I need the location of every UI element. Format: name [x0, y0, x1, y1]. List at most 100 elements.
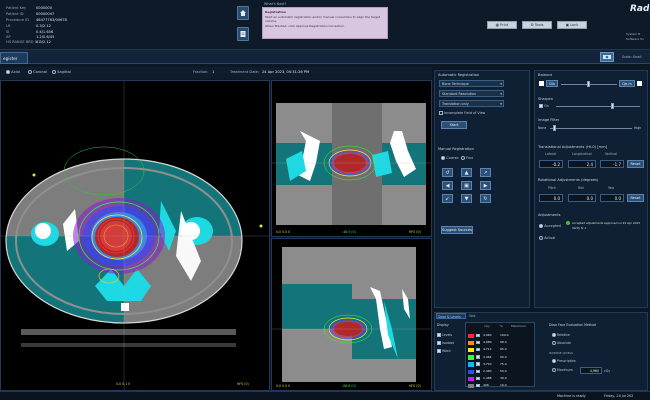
filter-slider-knob[interactable]	[553, 125, 556, 131]
radio-icon	[461, 156, 465, 160]
lateral-value[interactable]: -0.2	[539, 160, 563, 168]
balance-left-button[interactable]: Dis	[546, 80, 558, 87]
actual-option[interactable]: Actual	[539, 236, 555, 240]
coronal-viewport[interactable]: 0.0 0.0 0 -46.5 (0) HFS (0)	[271, 80, 432, 237]
rotate-cw-button[interactable]: ↻	[480, 194, 491, 203]
tab-dose-levels[interactable]: Dose & Levels	[436, 313, 466, 319]
filter-max-label: High	[634, 126, 642, 130]
axial-viewport[interactable]: 0.0 0.1 0 HFS (0)	[0, 80, 270, 391]
home-button[interactable]	[237, 6, 249, 20]
orientation-coronal[interactable]: Coronal	[28, 70, 47, 74]
isodose-row[interactable]: 4,464 90.0	[466, 355, 522, 361]
tab-register[interactable]: egister	[0, 52, 28, 64]
axial-orientation-label: HFS (0)	[237, 382, 249, 386]
option-label: Absolute	[557, 341, 571, 345]
maximum-dose-input[interactable]: 4,960	[580, 367, 602, 374]
rotation-reset-button[interactable]: Reset	[627, 194, 644, 202]
kv-icon-button[interactable]	[600, 52, 614, 62]
message-line: When finished, click Approve Registratio…	[265, 24, 345, 28]
filter-slider-track[interactable]	[550, 128, 632, 129]
print-button[interactable]: ▦ Print	[487, 21, 517, 29]
checkbox-icon[interactable]	[476, 347, 480, 352]
machine-icon	[603, 55, 611, 59]
checkbox-icon[interactable]	[476, 369, 480, 373]
move-down-button[interactable]: ▼	[461, 194, 472, 203]
checkbox-icon[interactable]	[476, 376, 480, 381]
isodose-color-swatch	[468, 340, 474, 346]
translation-dropdown[interactable]: Translation only ▾	[439, 100, 504, 107]
center-button[interactable]: ▣	[461, 181, 472, 190]
orientation-sagittal[interactable]: Sagittal	[52, 70, 71, 74]
col-header: cGy	[484, 324, 490, 328]
display-levels-checkbox[interactable]: Levels	[437, 333, 452, 337]
isodose-row[interactable]: 496 10.0	[466, 383, 522, 389]
radio-icon	[552, 333, 556, 337]
sagittal-viewport[interactable]: 0.0 0.0 0 -06.8 (0) HFS (0)	[271, 238, 432, 391]
checkbox-icon[interactable]	[476, 383, 480, 388]
lock-button[interactable]: ▣ Lock	[557, 21, 587, 29]
roll-value[interactable]: 0.0	[568, 194, 596, 202]
col-header: Pitch	[548, 186, 556, 190]
orientation-axial[interactable]: Axial	[6, 70, 20, 74]
tab-vols[interactable]: Vols	[468, 313, 482, 319]
move-right-button[interactable]: ▶	[480, 181, 491, 190]
center-icon: ▣	[464, 182, 469, 189]
technique-dropdown[interactable]: Bone Technique ▾	[439, 80, 504, 87]
move-up-button[interactable]: ▲	[461, 168, 472, 177]
auto-registration-title: Automatic Registration	[438, 73, 480, 77]
documents-button[interactable]	[237, 27, 249, 41]
move-down-left-button[interactable]: ↙	[442, 194, 453, 203]
checkbox-icon[interactable]	[476, 333, 480, 337]
display-isodose-checkbox[interactable]: Isodose	[437, 341, 454, 345]
isodose-row[interactable]: 4,712 95.0	[466, 347, 522, 353]
display-wash-checkbox[interactable]: Wash	[437, 349, 451, 353]
resolution-dropdown[interactable]: Standard Resolution ▾	[439, 90, 504, 97]
sharpen-checkbox[interactable]: On	[539, 104, 549, 108]
maximum-option[interactable]: Maximum	[552, 368, 573, 372]
rotate-ccw-button[interactable]: ↺	[442, 168, 453, 177]
checkbox-icon[interactable]	[476, 355, 480, 359]
col-header: Roll	[578, 186, 584, 190]
isodose-row[interactable]: 3,720 75.0	[466, 362, 522, 368]
start-button[interactable]: Start	[441, 121, 467, 129]
vertical-value[interactable]: -1.7	[600, 160, 624, 168]
move-left-button[interactable]: ◀	[442, 181, 453, 190]
yaw-value[interactable]: 0.0	[600, 194, 624, 202]
relative-option[interactable]: Relative	[552, 333, 570, 337]
machine-status: Machine is ready	[557, 394, 586, 398]
message-line: Start an automatic registration and/or m…	[265, 15, 381, 23]
pitch-value[interactable]: 0.0	[539, 194, 563, 202]
info-value: 0.4/1.656	[36, 30, 54, 34]
isodose-row[interactable]: 4,960 100.0	[466, 333, 522, 339]
suggest-sources-button[interactable]: Suggest Sources	[441, 226, 473, 234]
isodose-row[interactable]: 1,488 30.0	[466, 376, 522, 382]
info-value: 0.3/2.12	[36, 40, 51, 44]
fine-option[interactable]: Fine	[461, 156, 473, 160]
translation-reset-button[interactable]: Reset	[627, 160, 644, 168]
checkbox-label: Wash	[442, 349, 451, 353]
checkbox-icon[interactable]	[476, 340, 480, 345]
balance-slider-knob[interactable]	[587, 81, 590, 87]
system-line: Software Sv	[626, 37, 644, 41]
print-icon: ▦	[495, 23, 500, 27]
isodose-row[interactable]: 4,880 98.4	[466, 340, 522, 346]
adjustments-title: Adjustments	[538, 213, 561, 217]
accepted-option[interactable]: Accepted	[539, 224, 561, 228]
isodose-cgy: 2,480	[483, 369, 492, 373]
sharpen-slider-knob[interactable]	[611, 103, 614, 109]
incomplete-fov-checkbox[interactable]: Incomplete Field of View	[439, 111, 485, 115]
option-label: Maximum	[557, 368, 573, 372]
tools-button[interactable]: ⚙ Tools	[522, 21, 552, 29]
absolute-option[interactable]: Absolute	[552, 341, 571, 345]
longitudinal-value[interactable]: 2.4	[568, 160, 596, 168]
checkbox-icon[interactable]	[476, 362, 480, 366]
axial-coordinates: 0.0 0.1 0	[116, 382, 131, 386]
isodose-row[interactable]: 2,480 50.0	[466, 369, 522, 375]
coarse-option[interactable]: Coarse	[441, 156, 459, 160]
balance-right-button[interactable]: Qe.m	[619, 80, 635, 87]
sharpen-slider-track[interactable]	[556, 106, 640, 107]
display-title: Display	[437, 323, 449, 327]
move-up-right-button[interactable]: ↗	[480, 168, 491, 177]
info-label: Patient Key	[6, 6, 27, 10]
prescription-option[interactable]: Prescription	[552, 359, 576, 363]
